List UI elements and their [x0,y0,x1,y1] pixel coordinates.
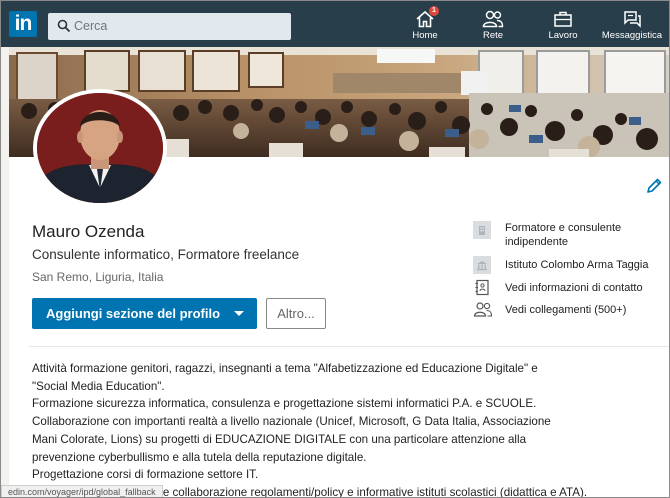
top-nav-bar: in 1 Home Rete [1,1,669,47]
browser-viewport: in 1 Home Rete [0,0,670,498]
about-line: "Social Media Education". [32,379,165,393]
profile-photo[interactable] [33,89,167,207]
about-line: Formazione sicurezza informatica, consul… [32,397,537,411]
about-line: prevenzione cyberbullismo e alla tutela … [32,450,367,464]
nav-messaging[interactable]: Messaggistica [599,1,665,47]
briefcase-icon [554,11,572,27]
connections-icon [473,302,493,317]
nav-jobs-label: Lavoro [548,30,578,41]
profile-name: Mauro Ozenda [32,222,145,241]
search-input[interactable] [74,18,274,34]
more-button[interactable]: Altro... [266,298,326,329]
about-summary: Attività formazione genitori, ragazzi, i… [32,360,652,497]
add-profile-section-button[interactable]: Aggiungi sezione del profilo [32,298,257,329]
about-line: Mani Colorate, Lions) su progetti di EDU… [32,432,527,446]
profile-headline: Consulente informatico, Formatore freela… [32,247,300,262]
about-line: Attività formazione genitori, ragazzi, i… [32,362,538,375]
linkedin-logo[interactable]: in [9,11,37,37]
edit-pencil-icon[interactable] [645,177,663,195]
contact-card-icon [475,279,489,296]
current-position-line2: indipendente [505,236,569,248]
messaging-icon [624,11,641,28]
profile-card: Mauro Ozenda Consulente informatico, For… [9,47,669,497]
nav-home-label: Home [412,30,438,41]
profile-location: San Remo, Liguria, Italia [32,270,164,284]
browser-status-url: edin.com/voyager/ipd/global_fallback [1,485,163,497]
current-position-line1: Formatore e consulente [505,222,622,234]
school-icon [473,256,491,274]
nav-home[interactable]: 1 Home [405,1,445,47]
network-icon [482,10,504,28]
school-label: Istituto Colombo Arma Taggia [505,259,649,271]
about-line: Collaborazione con importanti realtà a l… [32,415,551,429]
search-box[interactable] [48,13,291,40]
nav-network-label: Rete [482,30,504,41]
about-line: Progettazione corsi di formazione settor… [32,468,259,482]
company-icon [473,221,491,239]
contact-info-label: Vedi informazioni di contatto [505,282,643,294]
search-icon [57,19,71,33]
section-divider [29,346,669,347]
nav-jobs[interactable]: Lavoro [542,1,584,47]
nav-network[interactable]: Rete [473,1,513,47]
current-position-label: Formatore e consulente indipendente [505,221,621,249]
chevron-down-icon [234,311,244,316]
notification-badge: 1 [429,6,439,16]
connections-label: Vedi collegamenti (500+) [505,304,627,316]
nav-messaging-label: Messaggistica [601,30,663,41]
add-profile-section-label: Aggiungi sezione del profilo [46,306,221,321]
